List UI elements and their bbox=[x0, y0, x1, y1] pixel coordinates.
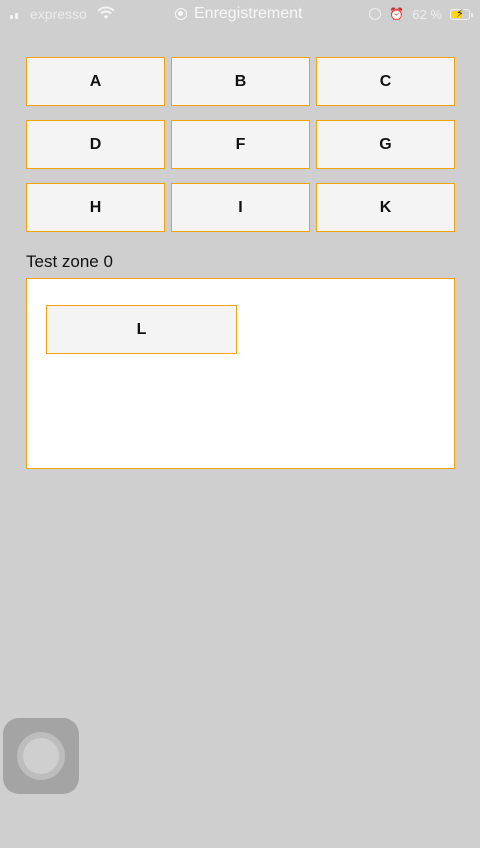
orientation-lock-icon bbox=[369, 8, 382, 20]
button-g[interactable]: G bbox=[316, 120, 455, 169]
button-c[interactable]: C bbox=[316, 57, 455, 106]
battery-icon: ⚡ bbox=[450, 7, 473, 20]
test-zone-label: Test zone 0 bbox=[26, 252, 113, 271]
charging-bolt-icon: ⚡ bbox=[456, 7, 464, 20]
test-zone[interactable]: L bbox=[26, 278, 455, 469]
button-grid: A B C D F G H I K bbox=[26, 57, 455, 232]
button-b[interactable]: B bbox=[171, 57, 310, 106]
carrier-name: expresso bbox=[30, 6, 87, 22]
recording-label: Enregistrement bbox=[194, 5, 303, 22]
button-l[interactable]: L bbox=[46, 305, 237, 354]
button-f[interactable]: F bbox=[171, 120, 310, 169]
assistive-touch-icon bbox=[17, 732, 65, 780]
button-h[interactable]: H bbox=[26, 183, 165, 232]
recording-icon bbox=[175, 8, 187, 20]
status-right: ⏰ 62 % ⚡ bbox=[369, 4, 473, 24]
signal-icon bbox=[10, 9, 18, 19]
status-bar: expresso Enregistrement ⏰ 62 % ⚡ bbox=[0, 0, 480, 28]
alarm-icon: ⏰ bbox=[389, 7, 405, 21]
button-a[interactable]: A bbox=[26, 57, 165, 106]
assistive-touch-button[interactable] bbox=[3, 718, 79, 794]
button-d[interactable]: D bbox=[26, 120, 165, 169]
recording-indicator[interactable]: Enregistrement bbox=[175, 3, 303, 25]
battery-percentage: 62 % bbox=[412, 6, 442, 22]
wifi-icon bbox=[97, 6, 115, 19]
status-left: expresso bbox=[10, 4, 115, 24]
button-i[interactable]: I bbox=[171, 183, 310, 232]
button-k[interactable]: K bbox=[316, 183, 455, 232]
